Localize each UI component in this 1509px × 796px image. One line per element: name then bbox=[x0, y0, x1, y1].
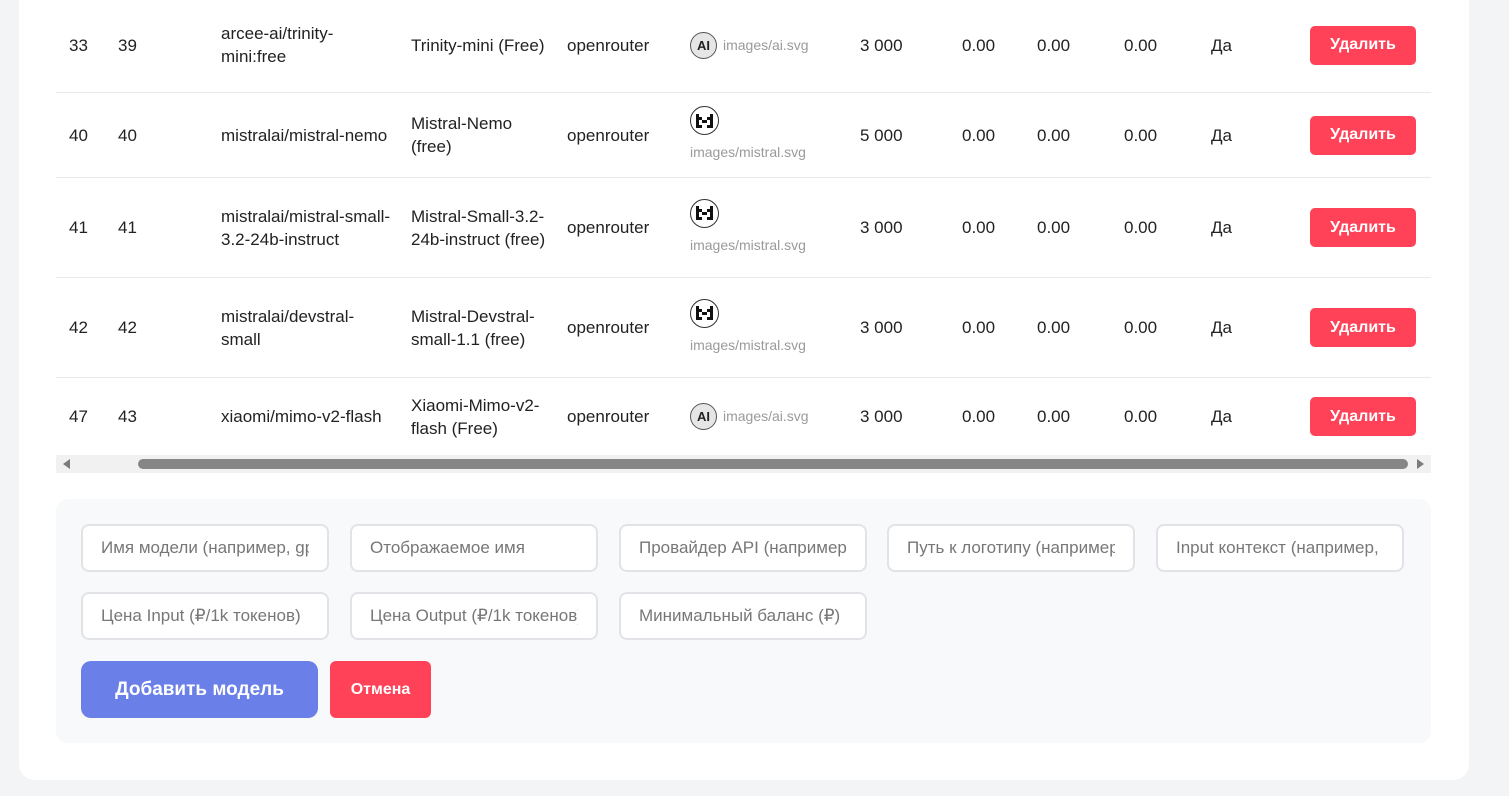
ai-logo-icon: AI bbox=[690, 403, 717, 430]
table-row: 33 39 arcee-ai/trinity-mini:free Trinity… bbox=[56, 0, 1431, 93]
cell-min-balance: 0.00 bbox=[1124, 318, 1158, 337]
cell-active: Да bbox=[1211, 318, 1232, 337]
horizontal-scrollbar[interactable] bbox=[56, 455, 1431, 473]
cell-model-name: xiaomi/mimo-v2-flash bbox=[221, 407, 382, 426]
logo-path-text: images/ai.svg bbox=[723, 36, 809, 53]
cell-min-balance: 0.00 bbox=[1124, 407, 1158, 426]
cell-price-output: 0.00 bbox=[1037, 218, 1071, 237]
logo-path-input[interactable] bbox=[887, 524, 1135, 572]
cell-logo: images/mistral.svg bbox=[690, 178, 840, 277]
models-table: 33 39 arcee-ai/trinity-mini:free Trinity… bbox=[56, 0, 1431, 472]
cell-price-input: 0.00 bbox=[962, 35, 996, 55]
cell-price-output: 0.00 bbox=[1037, 35, 1071, 55]
cell-model-name: arcee-ai/trinity-mini:free bbox=[221, 24, 334, 66]
cell-display-name: Trinity-mini (Free) bbox=[411, 35, 545, 55]
cell-price-input: 0.00 bbox=[962, 407, 996, 426]
cell-active: Да bbox=[1211, 218, 1232, 237]
cell-logo: images/mistral.svg bbox=[690, 93, 840, 177]
mistral-logo-icon bbox=[690, 106, 719, 135]
cell-model-name: mistralai/devstral-small bbox=[221, 306, 355, 349]
logo-path-text: images/ai.svg bbox=[723, 408, 809, 424]
cell-id: 42 bbox=[69, 318, 88, 337]
cancel-button[interactable]: Отмена bbox=[330, 661, 431, 718]
cell-display-name: Mistral-Small-3.2-24b-instruct (free) bbox=[411, 206, 546, 249]
cell-price-output: 0.00 bbox=[1037, 318, 1071, 337]
cell-order: 39 bbox=[118, 35, 137, 55]
cell-logo: images/mistral.svg bbox=[690, 278, 840, 377]
cell-provider: openrouter bbox=[567, 125, 650, 145]
mistral-logo-icon bbox=[690, 298, 719, 328]
price-input-field[interactable] bbox=[81, 592, 329, 640]
cell-provider: openrouter bbox=[567, 35, 650, 55]
price-output-field[interactable] bbox=[350, 592, 598, 640]
scrollbar-thumb[interactable] bbox=[138, 459, 1408, 469]
delete-button[interactable]: Удалить bbox=[1310, 397, 1416, 436]
cell-order: 40 bbox=[118, 125, 137, 145]
cell-context: 3 000 bbox=[860, 218, 903, 237]
delete-button[interactable]: Удалить bbox=[1310, 115, 1416, 155]
cell-context: 3 000 bbox=[860, 407, 903, 426]
logo-path-text: images/mistral.svg bbox=[690, 144, 806, 160]
cell-active: Да bbox=[1211, 407, 1232, 426]
cell-display-name: Mistral-Devstral-small-1.1 (free) bbox=[411, 306, 535, 349]
input-context-input[interactable] bbox=[1156, 524, 1404, 572]
scroll-right-arrow-icon[interactable] bbox=[1417, 459, 1424, 469]
cell-active: Да bbox=[1211, 125, 1232, 145]
ai-logo-icon: AI bbox=[690, 31, 717, 59]
cell-min-balance: 0.00 bbox=[1124, 218, 1158, 237]
cell-price-input: 0.00 bbox=[962, 125, 996, 145]
cell-order: 43 bbox=[118, 407, 137, 426]
cell-model-name: mistralai/mistral-small-3.2-24b-instruct bbox=[221, 206, 391, 249]
cell-provider: openrouter bbox=[567, 318, 650, 337]
scroll-left-arrow-icon[interactable] bbox=[63, 459, 70, 469]
logo-path-text: images/mistral.svg bbox=[690, 336, 806, 353]
cell-min-balance: 0.00 bbox=[1124, 35, 1158, 55]
min-balance-field[interactable] bbox=[619, 592, 867, 640]
add-model-form: Добавить модель Отмена bbox=[56, 499, 1431, 743]
table-row: 47 43 xiaomi/mimo-v2-flash Xiaomi-Mimo-v… bbox=[56, 378, 1431, 455]
cell-id: 33 bbox=[69, 35, 88, 55]
model-name-input[interactable] bbox=[81, 524, 329, 572]
cell-model-name: mistralai/mistral-nemo bbox=[221, 125, 388, 145]
delete-button[interactable]: Удалить bbox=[1310, 308, 1416, 347]
cell-id: 41 bbox=[69, 218, 88, 237]
cell-provider: openrouter bbox=[567, 407, 650, 426]
cell-display-name: Xiaomi-Mimo-v2-flash (Free) bbox=[411, 395, 540, 438]
cell-price-output: 0.00 bbox=[1037, 125, 1071, 145]
cell-logo: AI images/ai.svg bbox=[690, 0, 840, 92]
cell-id: 40 bbox=[69, 125, 88, 145]
cell-min-balance: 0.00 bbox=[1124, 125, 1158, 145]
cell-order: 41 bbox=[118, 218, 137, 237]
cell-context: 3 000 bbox=[860, 35, 903, 55]
cell-display-name: Mistral-Nemo (free) bbox=[411, 114, 513, 156]
cell-provider: openrouter bbox=[567, 218, 650, 237]
cell-price-input: 0.00 bbox=[962, 318, 996, 337]
table-row: 41 41 mistralai/mistral-small-3.2-24b-in… bbox=[56, 178, 1431, 278]
cell-logo: AI images/ai.svg bbox=[690, 378, 840, 455]
cell-context: 3 000 bbox=[860, 318, 903, 337]
cell-price-input: 0.00 bbox=[962, 218, 996, 237]
cell-order: 42 bbox=[118, 318, 137, 337]
cell-price-output: 0.00 bbox=[1037, 407, 1071, 426]
delete-button[interactable]: Удалить bbox=[1310, 208, 1416, 247]
delete-button[interactable]: Удалить bbox=[1310, 25, 1416, 65]
cell-active: Да bbox=[1211, 35, 1232, 55]
table-row: 40 40 mistralai/mistral-nemo Mistral-Nem… bbox=[56, 93, 1431, 178]
display-name-input[interactable] bbox=[350, 524, 598, 572]
mistral-logo-icon bbox=[690, 198, 719, 228]
provider-input[interactable] bbox=[619, 524, 867, 572]
logo-path-text: images/mistral.svg bbox=[690, 236, 806, 253]
add-model-button[interactable]: Добавить модель bbox=[81, 661, 318, 718]
cell-context: 5 000 bbox=[860, 125, 903, 145]
cell-id: 47 bbox=[69, 407, 88, 426]
table-row: 42 42 mistralai/devstral-small Mistral-D… bbox=[56, 278, 1431, 378]
